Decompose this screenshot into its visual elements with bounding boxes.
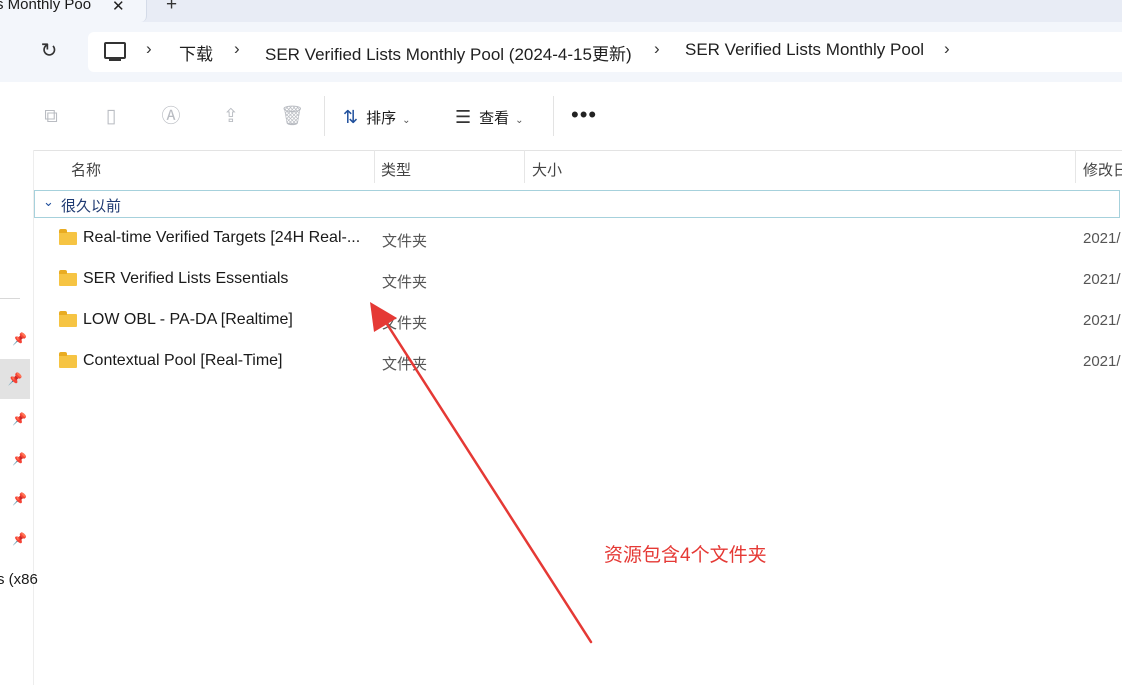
file-name: Real-time Verified Targets [24H Real-... bbox=[83, 229, 361, 246]
column-header-size[interactable]: 大小 bbox=[532, 159, 562, 180]
file-type: 文件夹 bbox=[382, 315, 428, 332]
column-header-modified[interactable]: 修改日 bbox=[1083, 159, 1122, 180]
column-divider[interactable] bbox=[524, 150, 525, 183]
file-row[interactable]: Real-time Verified Targets [24H Real-...… bbox=[34, 220, 1122, 260]
toolbar-divider bbox=[553, 96, 554, 136]
sort-label: 排序 bbox=[366, 110, 397, 127]
pin-icon[interactable]: 📌 bbox=[12, 492, 27, 506]
title-bar: s Monthly Poo ✕ + bbox=[0, 0, 1122, 22]
close-icon[interactable]: ✕ bbox=[112, 0, 125, 15]
sort-icon: ⇅ bbox=[343, 107, 359, 127]
delete-icon[interactable]: 🗑 bbox=[280, 106, 304, 128]
tab-current[interactable]: s Monthly Poo ✕ bbox=[0, 0, 147, 22]
chevron-down-icon: ⌄ bbox=[515, 115, 524, 126]
paste-icon[interactable]: ▯ bbox=[100, 106, 122, 128]
chevron-right-icon[interactable]: › bbox=[146, 39, 152, 59]
file-type: 文件夹 bbox=[382, 233, 428, 250]
file-type: 文件夹 bbox=[382, 274, 428, 291]
folder-icon bbox=[59, 270, 77, 286]
navigation-pane: 📌 📌 📌 📌 📌 📌 s (x86 bbox=[0, 150, 38, 685]
pin-icon[interactable]: 📌 bbox=[12, 452, 27, 466]
breadcrumb-item-pool-dated[interactable]: SER Verified Lists Monthly Pool (2024-4-… bbox=[265, 40, 632, 65]
column-header-type[interactable]: 类型 bbox=[381, 159, 411, 180]
breadcrumb-item-downloads[interactable]: 下载 bbox=[179, 40, 213, 65]
file-row[interactable]: SER Verified Lists Essentials 文件夹 2021/ bbox=[34, 261, 1122, 301]
rename-icon[interactable]: Ⓐ bbox=[160, 106, 182, 128]
file-name: Contextual Pool [Real-Time] bbox=[83, 352, 283, 369]
chevron-right-icon[interactable]: › bbox=[944, 39, 950, 59]
view-icon: ☰ bbox=[455, 107, 472, 127]
pin-icon[interactable]: 📌 bbox=[12, 332, 27, 346]
file-modified: 2021/ bbox=[1083, 271, 1121, 288]
file-row[interactable]: LOW OBL - PA-DA [Realtime] 文件夹 2021/ bbox=[34, 302, 1122, 342]
file-modified: 2021/ bbox=[1083, 230, 1121, 247]
chevron-down-icon[interactable]: ⌄ bbox=[43, 194, 54, 210]
toolbar-divider bbox=[324, 96, 325, 136]
new-tab-button[interactable]: + bbox=[166, 0, 177, 16]
file-row[interactable]: Contextual Pool [Real-Time] 文件夹 2021/ bbox=[34, 343, 1122, 383]
folder-icon bbox=[59, 311, 77, 327]
refresh-icon[interactable]: ↻ bbox=[38, 40, 60, 62]
nav-divider bbox=[0, 298, 20, 299]
pin-icon[interactable]: 📌 bbox=[12, 532, 27, 546]
file-name: LOW OBL - PA-DA [Realtime] bbox=[83, 311, 293, 328]
file-modified: 2021/ bbox=[1083, 353, 1121, 370]
file-type: 文件夹 bbox=[382, 356, 428, 373]
sort-button[interactable]: ⇅ 排序 ⌄ bbox=[343, 106, 411, 128]
copy-icon[interactable]: ⧉ bbox=[40, 106, 62, 128]
view-button[interactable]: ☰ 查看 ⌄ bbox=[455, 106, 524, 128]
view-label: 查看 bbox=[479, 110, 510, 127]
annotation-text: 资源包含4个文件夹 bbox=[604, 545, 767, 566]
breadcrumb-item-pool[interactable]: SER Verified Lists Monthly Pool bbox=[685, 40, 924, 60]
group-title: 很久以前 bbox=[61, 198, 122, 215]
address-bar[interactable]: › 下载 › SER Verified Lists Monthly Pool (… bbox=[88, 32, 1122, 72]
pin-icon[interactable]: 📌 bbox=[12, 412, 27, 426]
navigation-bar: ↻ › 下载 › SER Verified Lists Monthly Pool… bbox=[0, 22, 1122, 82]
tab-title: s Monthly Poo bbox=[0, 0, 92, 13]
chevron-right-icon[interactable]: › bbox=[654, 39, 660, 59]
file-modified: 2021/ bbox=[1083, 312, 1121, 329]
column-divider[interactable] bbox=[1075, 150, 1076, 183]
folder-icon bbox=[59, 229, 77, 245]
group-header[interactable]: ⌄ 很久以前 bbox=[34, 190, 1120, 218]
column-header-name[interactable]: 名称 bbox=[71, 159, 101, 180]
folder-icon bbox=[59, 352, 77, 368]
chevron-right-icon[interactable]: › bbox=[234, 39, 240, 59]
computer-icon[interactable] bbox=[104, 42, 126, 61]
more-options-button[interactable]: ••• bbox=[571, 102, 597, 128]
nav-item-label[interactable]: s (x86 bbox=[0, 571, 38, 588]
file-name: SER Verified Lists Essentials bbox=[83, 270, 289, 287]
column-header-row: 名称 类型 大小 修改日 bbox=[34, 150, 1122, 184]
share-icon[interactable]: ⇪ bbox=[220, 106, 242, 128]
chevron-down-icon: ⌄ bbox=[402, 115, 411, 126]
command-bar: ⧉ ▯ Ⓐ ⇪ 🗑 ⇅ 排序 ⌄ ☰ 查看 ⌄ ••• bbox=[0, 82, 1122, 151]
pin-icon[interactable]: 📌 bbox=[0, 359, 30, 399]
column-divider[interactable] bbox=[374, 150, 375, 183]
